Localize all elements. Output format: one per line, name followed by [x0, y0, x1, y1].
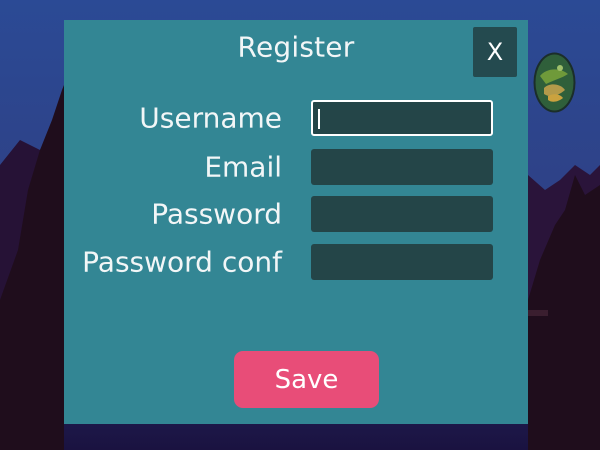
password-input[interactable] [311, 196, 493, 232]
dialog-title: Register [237, 30, 355, 64]
email-row: Email [64, 149, 528, 185]
password-confirm-input[interactable] [311, 244, 493, 280]
username-row: Username [64, 100, 528, 136]
password-confirm-row: Password conf [64, 244, 528, 280]
register-dialog: Register X Username Email Password Passw… [64, 20, 528, 424]
password-confirm-label: Password conf [82, 245, 282, 279]
planet-icon [533, 52, 576, 113]
email-input[interactable] [311, 149, 493, 185]
save-button[interactable]: Save [234, 351, 379, 408]
game-viewport: Register X Username Email Password Passw… [0, 0, 600, 450]
email-label: Email [204, 150, 282, 184]
close-button[interactable]: X [473, 27, 517, 77]
close-icon: X [486, 38, 504, 66]
password-label: Password [151, 197, 282, 231]
planet-orb [532, 50, 577, 115]
username-label: Username [139, 101, 282, 135]
username-input[interactable] [311, 100, 493, 136]
password-row: Password [64, 196, 528, 232]
